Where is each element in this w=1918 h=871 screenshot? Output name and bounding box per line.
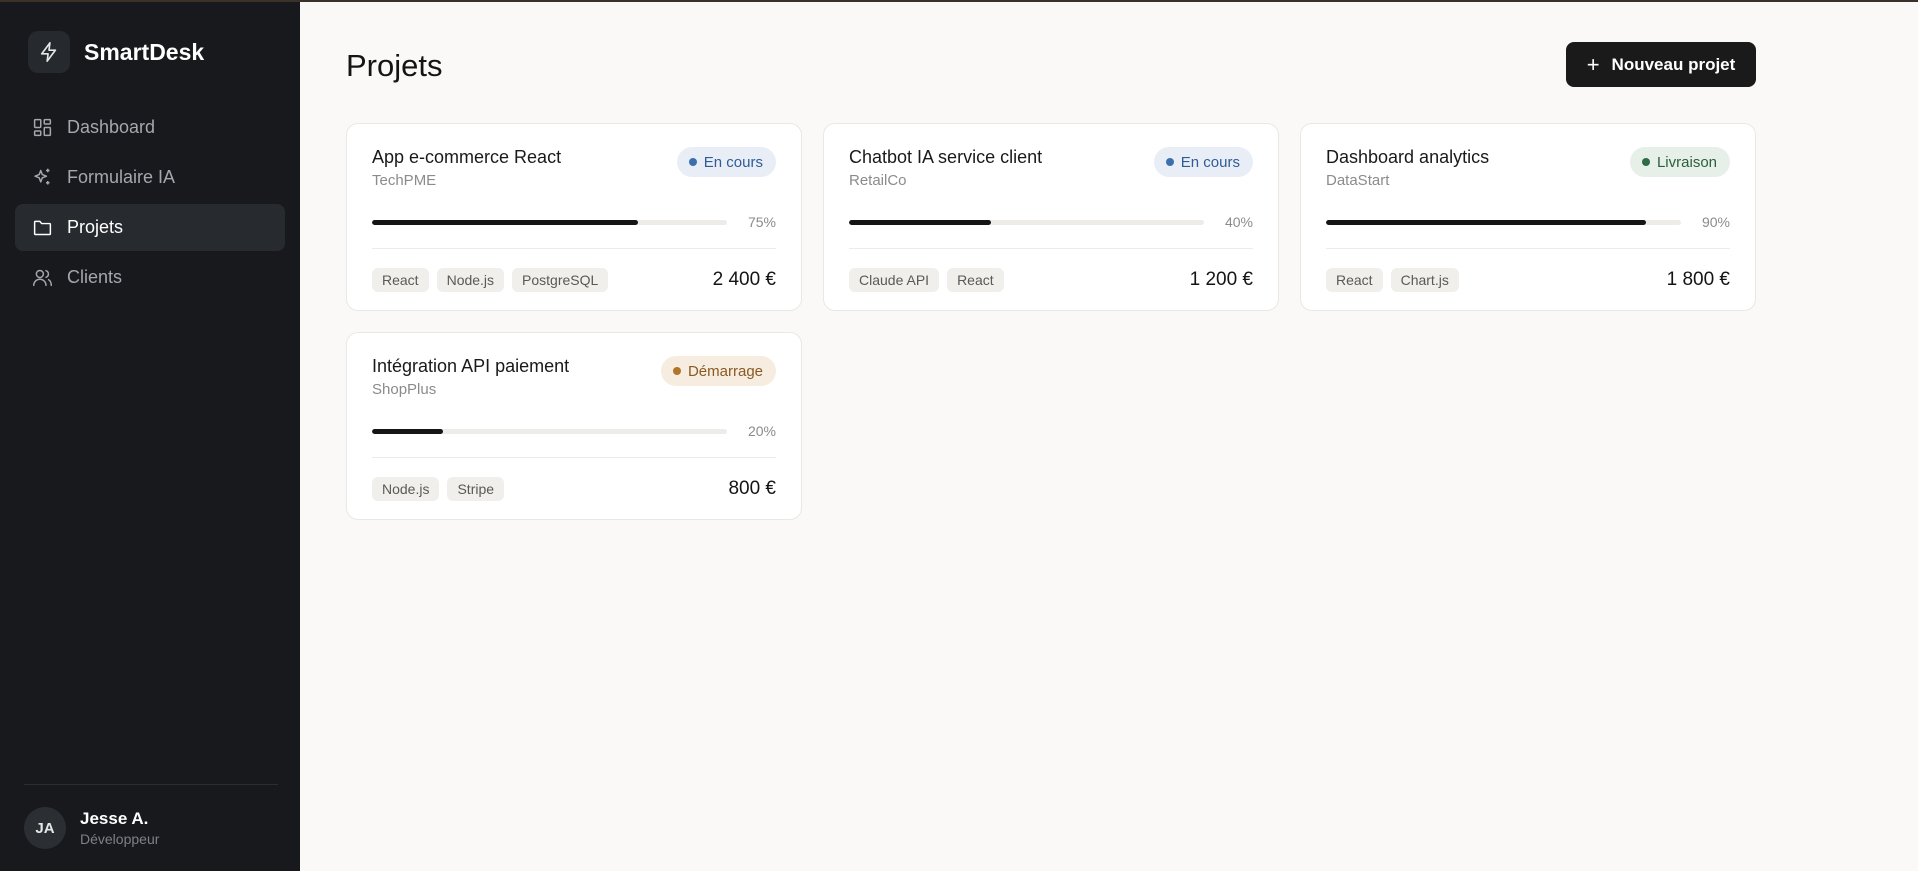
progress-fill xyxy=(372,428,443,434)
tag: Claude API xyxy=(849,268,940,292)
card-footer: React Chart.js 1 800 € xyxy=(1326,249,1730,311)
brand-name: SmartDesk xyxy=(84,38,205,65)
progress-percent: 20% xyxy=(747,423,776,439)
progress-percent: 75% xyxy=(747,214,776,230)
users-icon xyxy=(31,267,53,289)
sidebar-item-label: Projets xyxy=(67,217,124,237)
tag: React xyxy=(947,268,1004,292)
grid-icon xyxy=(31,117,53,139)
tag: PostgreSQL xyxy=(512,268,609,292)
progress-track xyxy=(372,219,727,225)
avatar: JA xyxy=(24,807,66,849)
project-card[interactable]: App e-commerce React TechPME En cours 75… xyxy=(346,123,802,311)
main-content: Projets + Nouveau projet App e-commerce … xyxy=(300,2,1918,871)
progress-row: 40% xyxy=(849,204,1253,240)
status-label: Démarrage xyxy=(687,362,763,380)
tag: Node.js xyxy=(372,477,440,501)
card-header: App e-commerce React TechPME En cours xyxy=(372,124,776,204)
new-project-label: Nouveau projet xyxy=(1611,54,1736,74)
project-title: Intégration API paiement xyxy=(372,356,570,376)
progress-row: 75% xyxy=(372,204,776,240)
tag-list: React Chart.js xyxy=(1326,268,1467,292)
status-badge: Livraison xyxy=(1629,147,1730,177)
sidebar-item-label: Formulaire IA xyxy=(67,167,176,187)
folder-icon xyxy=(31,217,53,239)
sidebar-item-formulaire-ia[interactable]: Formulaire IA xyxy=(15,154,285,201)
tag: Stripe xyxy=(447,477,505,501)
tag-list: Node.js Stripe xyxy=(372,477,512,501)
sidebar-item-projets[interactable]: Projets xyxy=(15,204,285,251)
status-badge: En cours xyxy=(676,147,776,177)
lightning-icon xyxy=(28,31,70,73)
status-badge: En cours xyxy=(1153,147,1253,177)
progress-fill xyxy=(849,219,991,225)
new-project-button[interactable]: + Nouveau projet xyxy=(1566,42,1756,87)
progress-row: 20% xyxy=(372,413,776,449)
app-root: SmartDesk Dashboard Formulaire IA Projet… xyxy=(0,0,1918,871)
user-info: Jesse A. Développeur xyxy=(80,809,159,847)
sparkles-icon xyxy=(31,167,53,189)
sidebar-item-dashboard[interactable]: Dashboard xyxy=(15,104,285,151)
project-title: Dashboard analytics xyxy=(1326,147,1490,167)
progress-fill xyxy=(1326,219,1646,225)
project-amount: 2 400 € xyxy=(712,269,776,290)
sidebar-item-label: Clients xyxy=(67,267,123,287)
project-card[interactable]: Intégration API paiement ShopPlus Démarr… xyxy=(346,332,802,520)
tag-list: React Node.js PostgreSQL xyxy=(372,268,616,292)
sidebar: SmartDesk Dashboard Formulaire IA Projet… xyxy=(0,2,300,871)
sidebar-nav: Dashboard Formulaire IA Projets Clients xyxy=(0,104,300,304)
project-card[interactable]: Chatbot IA service client RetailCo En co… xyxy=(823,123,1279,311)
card-header: Intégration API paiement ShopPlus Démarr… xyxy=(372,333,776,413)
project-client: RetailCo xyxy=(849,172,907,189)
progress-fill xyxy=(372,219,639,225)
status-label: En cours xyxy=(703,153,763,171)
project-title: App e-commerce React xyxy=(372,147,562,167)
project-amount: 1 800 € xyxy=(1666,269,1730,290)
card-header: Dashboard analytics DataStart Livraison xyxy=(1326,124,1730,204)
status-dot-icon xyxy=(1165,158,1174,166)
card-footer: Node.js Stripe 800 € xyxy=(372,458,776,520)
project-title: Chatbot IA service client xyxy=(849,147,1043,167)
user-profile[interactable]: JA Jesse A. Développeur xyxy=(24,784,278,871)
project-client: ShopPlus xyxy=(372,381,437,398)
sidebar-item-label: Dashboard xyxy=(67,117,156,137)
status-label: Livraison xyxy=(1656,153,1717,171)
progress-percent: 90% xyxy=(1701,214,1730,230)
status-badge: Démarrage xyxy=(660,356,776,386)
brand[interactable]: SmartDesk xyxy=(0,2,300,74)
status-dot-icon xyxy=(688,158,697,166)
status-label: En cours xyxy=(1180,153,1240,171)
tag: React xyxy=(372,268,429,292)
tag: React xyxy=(1326,268,1383,292)
plus-icon: + xyxy=(1586,51,1600,77)
project-card[interactable]: Dashboard analytics DataStart Livraison … xyxy=(1300,123,1756,311)
card-footer: React Node.js PostgreSQL 2 400 € xyxy=(372,249,776,311)
tag: Node.js xyxy=(436,268,505,292)
tag: Chart.js xyxy=(1390,268,1459,292)
progress-track xyxy=(1326,219,1681,225)
project-client: TechPME xyxy=(372,172,437,189)
status-dot-icon xyxy=(1641,158,1650,166)
project-client: DataStart xyxy=(1326,172,1390,189)
card-footer: Claude API React 1 200 € xyxy=(849,249,1253,311)
page-title: Projets xyxy=(346,48,443,83)
project-amount: 800 € xyxy=(728,478,776,499)
user-name: Jesse A. xyxy=(80,809,149,828)
progress-track xyxy=(849,219,1204,225)
tag-list: Claude API React xyxy=(849,268,1012,292)
user-role: Développeur xyxy=(80,831,160,847)
sidebar-item-clients[interactable]: Clients xyxy=(15,254,285,301)
card-header: Chatbot IA service client RetailCo En co… xyxy=(849,124,1253,204)
progress-row: 90% xyxy=(1326,204,1730,240)
project-amount: 1 200 € xyxy=(1189,269,1253,290)
status-dot-icon xyxy=(672,367,681,375)
progress-percent: 40% xyxy=(1224,214,1253,230)
progress-track xyxy=(372,428,727,434)
